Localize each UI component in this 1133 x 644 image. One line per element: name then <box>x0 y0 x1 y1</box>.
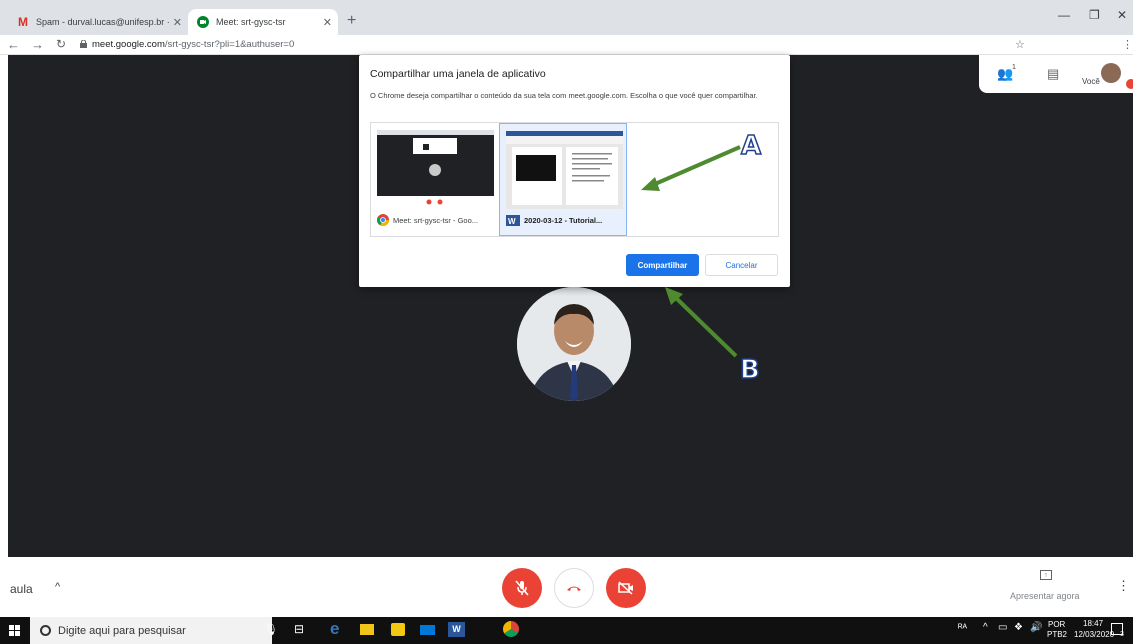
mic-off-button[interactable] <box>502 568 542 608</box>
file-explorer-icon[interactable] <box>360 624 374 635</box>
meeting-name[interactable]: aula <box>10 582 33 596</box>
tray-chevron-icon[interactable]: ^ <box>983 622 988 633</box>
camera-off-button[interactable] <box>606 568 646 608</box>
annotation-arrows <box>641 145 741 358</box>
clock-date[interactable]: 12/03/2020 <box>1074 630 1114 639</box>
chevron-up-icon[interactable]: ^ <box>55 581 60 593</box>
windows-start-icon[interactable] <box>9 625 20 636</box>
clock-time[interactable]: 18:47 <box>1083 619 1103 628</box>
chrome-taskbar-icon[interactable] <box>503 621 519 637</box>
microphone-icon[interactable]: 🎙 <box>264 623 278 636</box>
mail-icon[interactable] <box>420 625 435 635</box>
notification-count: 3 <box>1120 631 1124 638</box>
people-tray-icon[interactable]: ᴿᴬ <box>958 623 967 634</box>
meet-bottom-bar: aula ^ ↑ Apresentar agora ⋮ <box>0 557 1133 617</box>
more-options-icon[interactable]: ⋮ <box>1117 578 1130 594</box>
word-taskbar-icon[interactable]: W <box>448 622 465 637</box>
present-screen-icon[interactable]: ↑ <box>1040 570 1052 580</box>
task-view-icon[interactable]: ⊟ <box>294 622 304 636</box>
network-icon[interactable]: ▭ <box>998 622 1007 633</box>
hang-up-icon <box>567 586 581 591</box>
camera-off-icon <box>618 581 633 595</box>
keyboard-layout[interactable]: PTB2 <box>1047 630 1067 639</box>
store-icon[interactable] <box>391 623 405 636</box>
edge-icon[interactable]: e <box>330 619 339 639</box>
end-call-button[interactable] <box>554 568 594 608</box>
arrow-a <box>654 145 741 186</box>
annotation-label-a: A <box>740 130 762 162</box>
dropbox-icon[interactable]: ❖ <box>1014 622 1023 633</box>
arrow-a-head <box>641 177 660 191</box>
annotation-label-b: B <box>739 354 760 386</box>
arrow-b <box>673 295 738 358</box>
taskbar-search[interactable]: Digite aqui para pesquisar <box>30 617 272 644</box>
search-placeholder: Digite aqui para pesquisar <box>58 624 186 637</box>
present-now-label[interactable]: Apresentar agora <box>1010 591 1080 601</box>
volume-icon[interactable]: 🔊 <box>1030 622 1042 633</box>
language-indicator[interactable]: POR <box>1048 620 1065 629</box>
cortana-icon <box>40 625 51 636</box>
mic-off-icon <box>515 580 529 596</box>
windows-taskbar: Digite aqui para pesquisar 🎙 ⊟ e W ᴿᴬ ^ … <box>0 617 1133 644</box>
